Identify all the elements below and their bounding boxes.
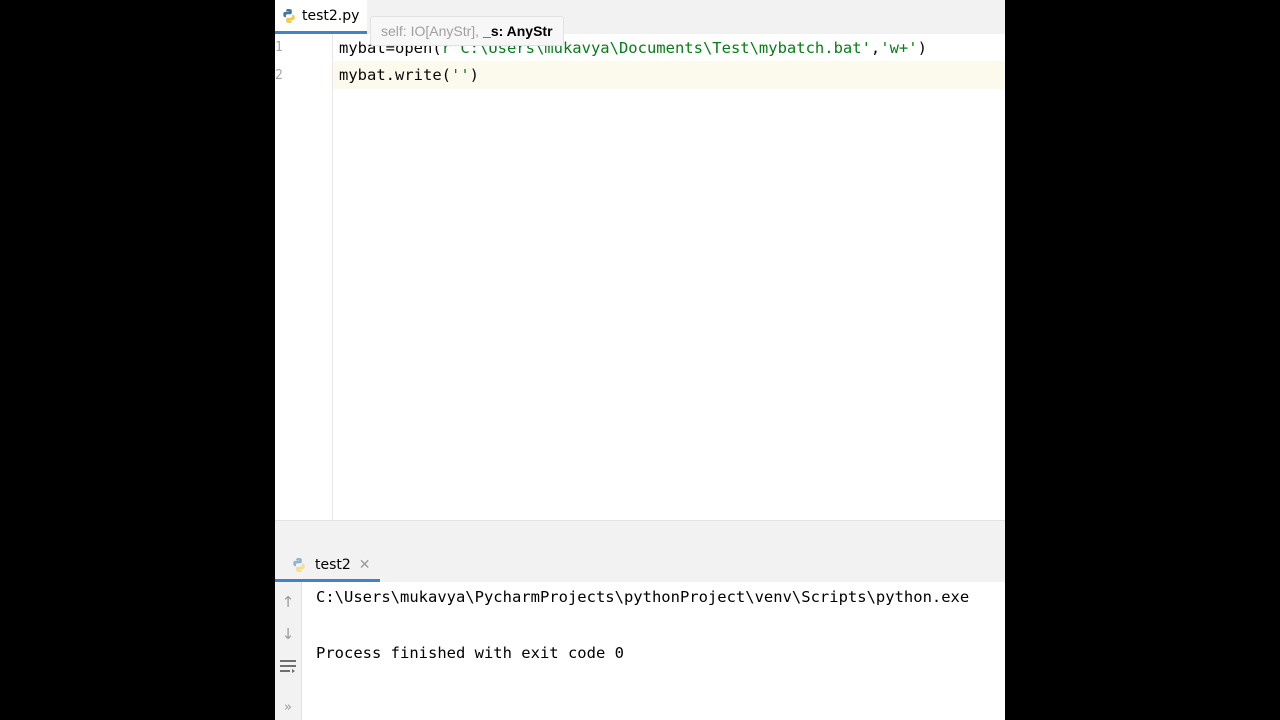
pycharm-window: test2.py self: IO[AnyStr], _s: AnyStr 1 …	[275, 0, 1005, 720]
parameter-hint-popup: self: IO[AnyStr], _s: AnyStr	[370, 16, 564, 46]
more-icon[interactable]: »	[278, 698, 298, 718]
hint-current-param: _s: AnyStr	[483, 23, 553, 39]
run-tab-label: test2	[315, 556, 351, 573]
tool-window-splitter[interactable]	[275, 520, 1005, 551]
arrow-up-icon[interactable]: ↑	[278, 592, 298, 612]
close-icon[interactable]: ✕	[359, 557, 371, 573]
run-toolbar: ↑ ↓ »	[275, 582, 302, 720]
hint-params: self: IO[AnyStr],	[381, 23, 480, 39]
python-file-icon	[283, 8, 295, 23]
line-number: 2	[275, 68, 283, 83]
run-tool-window-header: test2 ✕	[275, 550, 1005, 582]
python-run-icon	[293, 557, 305, 572]
console-exit-message: Process finished with exit code 0	[316, 644, 624, 662]
code-string: 'w+'	[880, 39, 918, 57]
code-token: mybat.write(	[339, 66, 451, 84]
console-command-line: C:\Users\mukavya\PycharmProjects\pythonP…	[316, 588, 970, 606]
code-string: ''	[450, 66, 470, 84]
tab-label: test2.py	[302, 7, 360, 24]
code-token: )	[469, 66, 479, 84]
line-number: 1	[275, 40, 283, 55]
tab-test2-py[interactable]: test2.py	[275, 0, 367, 34]
arrow-down-icon[interactable]: ↓	[278, 624, 298, 644]
run-console[interactable]: C:\Users\mukavya\PycharmProjects\pythonP…	[302, 582, 1005, 720]
line-number-gutter: 1 2	[275, 34, 333, 520]
soft-wrap-icon[interactable]	[278, 658, 298, 678]
run-tab-test2[interactable]: test2 ✕	[275, 550, 380, 582]
code-line-current[interactable]: mybat.write('')	[333, 61, 1005, 89]
code-token: )	[917, 39, 927, 57]
code-editor[interactable]: 1 2 mybat=open(r'C:\Users\mukavya\Docume…	[275, 34, 1005, 520]
code-token: ,	[870, 39, 881, 57]
